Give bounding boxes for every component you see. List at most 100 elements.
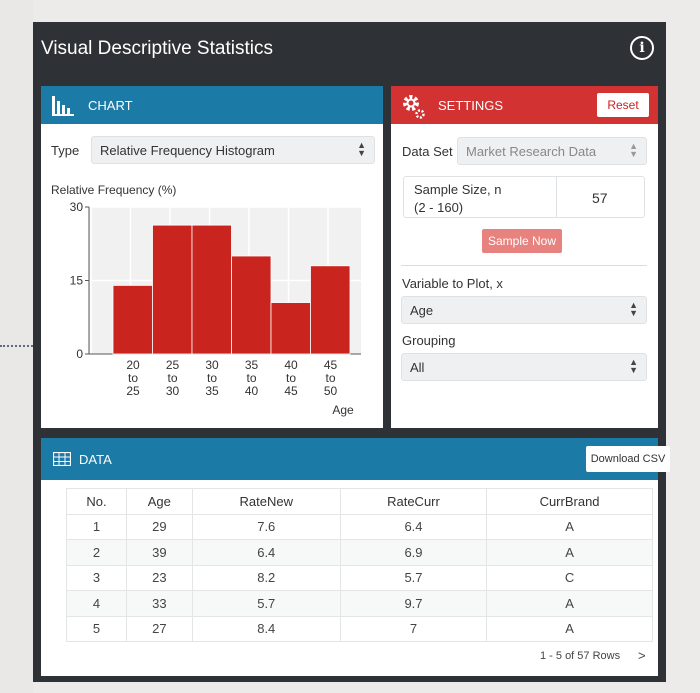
table-cell: A xyxy=(486,590,653,617)
x-tick-label: to xyxy=(286,371,296,385)
table-cell: 5.7 xyxy=(339,564,488,591)
table-row: 4 33 5.7 9.7 A xyxy=(66,590,653,617)
data-table: No. Age RateNew RateCurr CurrBrand 1 29 … xyxy=(66,488,653,642)
column-header[interactable]: RateNew xyxy=(191,488,341,515)
x-tick-label: to xyxy=(207,371,217,385)
x-tick-label: 50 xyxy=(324,384,338,398)
chart-panel-header: CHART xyxy=(41,86,383,124)
histogram-bar xyxy=(191,224,232,355)
table-header-row: No. Age RateNew RateCurr CurrBrand xyxy=(66,488,653,515)
chart-type-label: Type xyxy=(51,143,80,158)
table-cell: A xyxy=(486,513,653,540)
x-tick-label: 40 xyxy=(245,384,259,398)
table-cell: 1 xyxy=(66,513,127,540)
dataset-value: Market Research Data xyxy=(466,144,597,159)
table-cell: 7.6 xyxy=(191,513,341,540)
table-cell: 3 xyxy=(66,564,127,591)
x-tick-label: 40 xyxy=(284,358,298,372)
dataset-label: Data Set xyxy=(402,144,453,159)
x-tick-label: 30 xyxy=(166,384,180,398)
table-row: 5 27 8.4 7 A xyxy=(66,615,653,642)
x-tick-label: 45 xyxy=(284,384,298,398)
histogram-bar xyxy=(112,285,153,355)
chevron-updown-icon: ▲ ▼ xyxy=(629,357,638,375)
table-cell: 8.2 xyxy=(191,564,341,591)
y-tick-label: 0 xyxy=(76,347,83,361)
variable-label: Variable to Plot, x xyxy=(402,276,503,291)
x-tick-label: to xyxy=(167,371,177,385)
table-cell: 9.7 xyxy=(339,590,488,617)
chart-type-value: Relative Frequency Histogram xyxy=(100,143,275,158)
table-icon xyxy=(53,452,71,466)
settings-panel-header: SETTINGS Reset xyxy=(391,86,658,124)
histogram-bar xyxy=(152,224,193,355)
table-cell: 6.9 xyxy=(339,539,488,566)
column-header[interactable]: CurrBrand xyxy=(486,488,653,515)
table-cell: 6.4 xyxy=(191,539,341,566)
y-axis-label: Relative Frequency (%) xyxy=(51,183,176,197)
grouping-select[interactable]: All ▲ ▼ xyxy=(401,353,647,381)
table-cell: 6.4 xyxy=(339,513,488,540)
chevron-updown-icon: ▲ ▼ xyxy=(629,300,638,318)
column-header[interactable]: No. xyxy=(66,488,127,515)
sample-size-divider xyxy=(556,177,557,217)
gear-icon xyxy=(403,95,425,119)
x-tick-label: to xyxy=(246,371,256,385)
next-page-icon[interactable]: > xyxy=(638,648,646,663)
bar-chart-icon xyxy=(52,96,74,116)
grouping-value: All xyxy=(410,360,425,375)
x-tick-label: 35 xyxy=(245,358,259,372)
data-panel-title: DATA xyxy=(79,452,112,467)
table-row: 1 29 7.6 6.4 A xyxy=(66,513,653,540)
settings-panel: SETTINGS Reset Data Set Market Research … xyxy=(391,86,658,428)
variable-value: Age xyxy=(410,303,434,318)
dataset-select[interactable]: Market Research Data ▲ ▼ xyxy=(457,137,647,165)
table-cell: 8.4 xyxy=(191,615,341,642)
sample-size-input[interactable]: 57 xyxy=(592,190,608,206)
x-tick-label: 25 xyxy=(126,384,140,398)
table-cell: 29 xyxy=(126,513,193,540)
chart-panel-title: CHART xyxy=(88,98,133,113)
sample-size-range: (2 - 160) xyxy=(414,200,464,215)
chart-type-select[interactable]: Relative Frequency Histogram ▲ ▼ xyxy=(91,136,375,164)
column-header[interactable]: RateCurr xyxy=(339,488,488,515)
reset-button[interactable]: Reset xyxy=(597,93,649,117)
grouping-label: Grouping xyxy=(402,333,456,348)
download-csv-button[interactable]: Download CSV xyxy=(586,446,670,472)
settings-divider xyxy=(401,265,647,266)
table-cell: A xyxy=(486,615,653,642)
x-tick-label: 25 xyxy=(166,358,180,372)
y-tick-label: 15 xyxy=(70,274,84,288)
x-tick-label: 30 xyxy=(205,358,219,372)
sample-size-box: Sample Size, n (2 - 160) 57 xyxy=(403,176,645,218)
sample-now-button[interactable]: Sample Now xyxy=(482,229,562,253)
column-header[interactable]: Age xyxy=(126,488,193,515)
chart-panel: CHART Type Relative Frequency Histogram … xyxy=(41,86,383,428)
table-cell: 5 xyxy=(66,615,127,642)
table-cell: 27 xyxy=(126,615,193,642)
x-tick-label: 45 xyxy=(324,358,338,372)
chevron-updown-icon: ▲ ▼ xyxy=(629,141,638,159)
histogram-bar xyxy=(231,255,272,355)
x-tick-label: 20 xyxy=(126,358,140,372)
sample-size-label: Sample Size, n xyxy=(414,182,502,197)
chevron-updown-icon: ▲ ▼ xyxy=(357,140,366,158)
histogram-chart: Relative Frequency (%)0153020to2525to303… xyxy=(51,183,369,417)
left-background-strip xyxy=(0,0,33,693)
table-cell: 39 xyxy=(126,539,193,566)
app-window: Visual Descriptive Statistics i CHART Ty… xyxy=(33,22,670,682)
table-row: 2 39 6.4 6.9 A xyxy=(66,539,653,566)
table-cell: 23 xyxy=(126,564,193,591)
y-tick-label: 30 xyxy=(70,200,84,214)
table-cell: 7 xyxy=(339,615,488,642)
table-cell: 2 xyxy=(66,539,127,566)
x-axis-label: Age xyxy=(332,403,354,417)
title-bar: Visual Descriptive Statistics i xyxy=(33,22,666,77)
info-icon[interactable]: i xyxy=(630,36,654,60)
variable-select[interactable]: Age ▲ ▼ xyxy=(401,296,647,324)
table-cell: 5.7 xyxy=(191,590,341,617)
dotted-line xyxy=(0,345,33,347)
x-tick-label: 35 xyxy=(205,384,219,398)
pagination-text: 1 - 5 of 57 Rows xyxy=(540,650,621,662)
settings-panel-title: SETTINGS xyxy=(438,98,504,113)
